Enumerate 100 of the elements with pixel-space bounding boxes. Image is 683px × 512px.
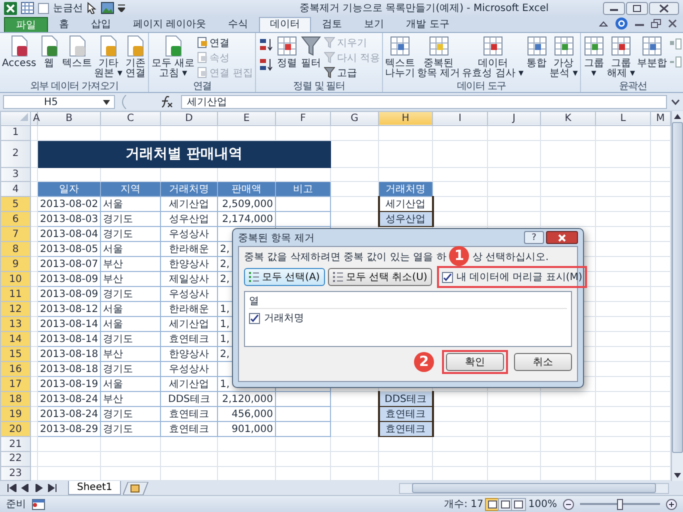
sort-descending-icon[interactable] xyxy=(258,58,273,72)
row-header[interactable]: 6 xyxy=(0,212,30,227)
row-header[interactable]: 18 xyxy=(0,392,30,407)
close-button[interactable] xyxy=(546,231,578,244)
view-icon[interactable] xyxy=(498,498,514,511)
column-header[interactable]: H xyxy=(378,111,432,126)
ribbon-button[interactable]: 고급 xyxy=(322,66,381,80)
checkbox[interactable] xyxy=(442,272,454,282)
column-header[interactable]: A xyxy=(30,111,38,126)
row-header[interactable]: 20 xyxy=(0,422,30,437)
column-header[interactable]: C xyxy=(100,111,160,126)
ribbon-tab[interactable]: 보기 xyxy=(353,17,396,32)
ribbon-button[interactable]: 가상 분석 ▾ xyxy=(548,35,579,80)
maximize-icon[interactable] xyxy=(626,2,648,15)
row-header[interactable]: 16 xyxy=(0,362,30,377)
scroll-thumb[interactable] xyxy=(412,483,656,494)
ribbon-button[interactable]: 텍스트 xyxy=(61,35,94,70)
spreadsheet-app-icon[interactable] xyxy=(4,2,17,15)
ribbon-tab[interactable]: 삽입 xyxy=(80,17,122,32)
picture-icon[interactable] xyxy=(101,2,114,14)
file-tab[interactable]: 파일 xyxy=(4,17,48,32)
ribbon-button[interactable]: 통합 xyxy=(524,35,549,70)
name-box[interactable]: H5 xyxy=(3,95,115,110)
table-cell[interactable]: 효연테크 xyxy=(378,422,432,437)
sheet-tab[interactable]: Sheet1 xyxy=(68,481,122,496)
row-header[interactable]: 13 xyxy=(0,316,30,332)
row-header[interactable]: 23 xyxy=(0,466,30,481)
row-header[interactable]: 10 xyxy=(0,272,30,287)
table-cell[interactable]: 효연테크 xyxy=(378,406,432,422)
row-header[interactable]: 9 xyxy=(0,256,30,272)
cancel-button[interactable]: 취소 xyxy=(514,353,572,371)
zoom-level[interactable]: 100% xyxy=(528,498,557,510)
ribbon-button[interactable]: 그룹 해제 ▾ xyxy=(606,35,636,80)
ribbon-tab[interactable]: 검토 xyxy=(311,17,354,32)
table-cell[interactable]: DDS테크 xyxy=(378,392,432,407)
view-icon[interactable] xyxy=(511,498,526,511)
grid-icon[interactable] xyxy=(21,2,34,14)
checkbox-label[interactable]: 내 데이터에 머리글 표시(M) xyxy=(456,270,582,284)
zoom-in-icon[interactable] xyxy=(666,498,677,510)
ok-button[interactable]: 확인 xyxy=(446,353,504,371)
scroll-thumb[interactable] xyxy=(672,122,683,454)
table-cell[interactable]: 세기산업 xyxy=(378,196,432,212)
row-header[interactable]: 8 xyxy=(0,242,30,257)
row-header[interactable]: 3 xyxy=(0,167,30,182)
ribbon-button[interactable]: 모두 새로 고침 ▾ xyxy=(150,35,196,80)
ribbon-button[interactable]: 데이터 유효성 검사 ▾ xyxy=(461,35,525,80)
row-header[interactable]: 12 xyxy=(0,302,30,317)
row-header[interactable]: 15 xyxy=(0,346,30,362)
close-icon[interactable] xyxy=(649,2,679,15)
column-header[interactable]: D xyxy=(160,111,218,126)
help-button[interactable]: ? xyxy=(524,231,544,244)
row-header[interactable]: 14 xyxy=(0,332,30,347)
macro-record-icon[interactable] xyxy=(32,498,45,510)
ribbon-button[interactable]: 필터 xyxy=(298,35,323,70)
ribbon-button[interactable]: 중복된 항목 제거 xyxy=(416,35,462,80)
ribbon-tab[interactable]: 데이터 xyxy=(259,17,312,32)
cursor-icon[interactable] xyxy=(87,2,97,14)
ribbon-button[interactable]: 부분합 xyxy=(636,35,668,70)
row-header[interactable]: 22 xyxy=(0,452,30,466)
dropdown-icon[interactable] xyxy=(103,100,110,105)
scroll-up-icon[interactable] xyxy=(674,114,681,119)
ribbon-tab[interactable]: 수식 xyxy=(217,17,260,32)
restore-icon[interactable] xyxy=(651,19,661,28)
column-header[interactable]: F xyxy=(276,111,330,126)
checkbox[interactable] xyxy=(38,2,49,14)
ribbon-button[interactable]: Access xyxy=(1,35,38,70)
vertical-scrollbar[interactable] xyxy=(671,110,683,482)
row-header[interactable]: 17 xyxy=(0,376,30,392)
horizontal-scrollbar[interactable] xyxy=(399,482,669,494)
dropdown-icon[interactable] xyxy=(118,4,125,12)
ribbon-button[interactable]: 웹 xyxy=(37,35,62,70)
row-header[interactable]: 4 xyxy=(0,182,30,197)
ribbon-button[interactable]: 텍스트 나누기 xyxy=(384,35,416,80)
minimize-icon[interactable] xyxy=(603,2,625,15)
ribbon-button[interactable]: 기존 연결 xyxy=(123,35,148,80)
row-header[interactable]: 11 xyxy=(0,286,30,302)
column-header[interactable]: G xyxy=(330,111,378,126)
sort-ascending-icon[interactable] xyxy=(258,38,273,52)
ribbon-tab[interactable]: 페이지 레이아웃 xyxy=(122,17,218,32)
row-header[interactable]: 21 xyxy=(0,436,30,452)
function-icon[interactable] xyxy=(159,96,173,108)
view-icon[interactable] xyxy=(485,498,500,511)
ribbon-tab[interactable]: 홈 xyxy=(48,17,80,32)
ribbon-tab[interactable]: 개발 도구 xyxy=(395,17,460,32)
column-header[interactable]: K xyxy=(540,111,596,126)
expand-icon[interactable] xyxy=(671,99,680,106)
ribbon-button[interactable]: 기타 원본 ▾ xyxy=(93,35,124,80)
help-icon[interactable] xyxy=(615,17,628,30)
column-header[interactable]: I xyxy=(432,111,488,126)
unselect-all-button[interactable]: 모두 선택 취소(U) xyxy=(328,268,432,286)
row-header[interactable]: 1 xyxy=(0,125,30,140)
select-all-button[interactable]: 모두 선택(A) xyxy=(244,268,325,286)
ribbon-button[interactable]: 정렬 xyxy=(274,35,299,70)
column-header[interactable]: M xyxy=(650,111,670,126)
new-sheet-icon[interactable] xyxy=(123,482,150,495)
ribbon-button[interactable]: 그룹 ▾ xyxy=(582,35,606,80)
checkbox-label[interactable]: 눈금선 xyxy=(53,1,83,16)
ribbon-button[interactable]: 연결 xyxy=(196,36,254,50)
collapse-icon[interactable] xyxy=(599,20,608,28)
checkbox[interactable] xyxy=(249,312,260,324)
